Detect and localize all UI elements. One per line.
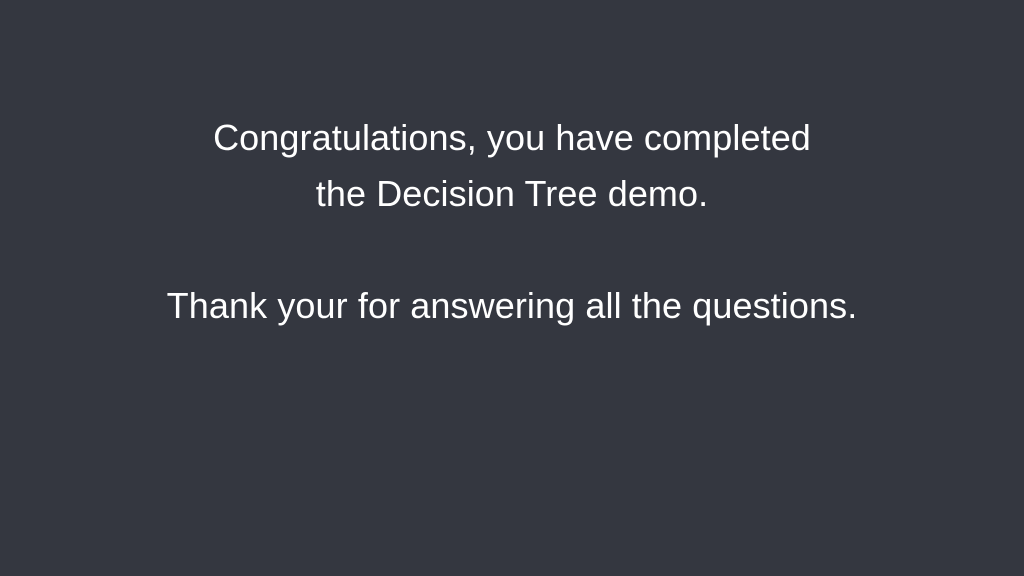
completion-slide: Congratulations, you have completed the … bbox=[0, 0, 1024, 576]
completion-line-2: the Decision Tree demo. bbox=[315, 173, 709, 214]
completion-message: Congratulations, you have completed the … bbox=[0, 110, 1024, 334]
message-spacer bbox=[0, 222, 1024, 278]
thank-you-line: Thank your for answering all the questio… bbox=[166, 285, 858, 326]
completion-line-1: Congratulations, you have completed bbox=[213, 117, 811, 158]
